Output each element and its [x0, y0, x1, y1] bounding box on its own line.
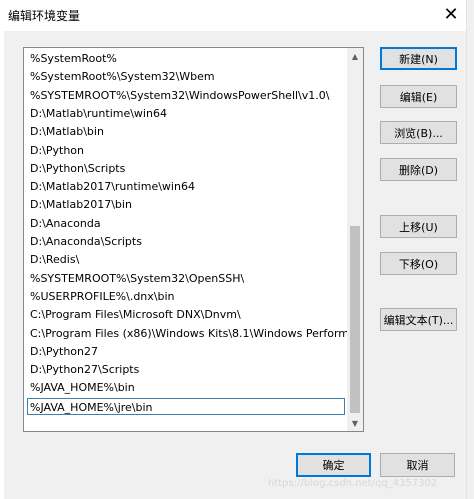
list-item[interactable]: D:\Matlab2017\bin: [30, 196, 132, 213]
vertical-scrollbar[interactable]: ▲ ▼: [347, 48, 363, 431]
list-item[interactable]: D:\Python: [30, 142, 84, 159]
list-item[interactable]: %JAVA_HOME%\bin: [30, 379, 135, 396]
list-item-edit-field[interactable]: %JAVA_HOME%\jre\bin: [27, 397, 345, 415]
edit-text-button[interactable]: 编辑文本(T)...: [380, 308, 457, 331]
edit-button[interactable]: 编辑(E): [380, 85, 457, 108]
list-item[interactable]: D:\Matlab\bin: [30, 123, 104, 140]
list-item[interactable]: %USERPROFILE%\.dnx\bin: [30, 288, 175, 305]
path-list[interactable]: %SystemRoot% %SystemRoot%\System32\Wbem %S…: [23, 47, 364, 432]
list-item[interactable]: C:\Program Files\Microsoft DNX\Dnvm\: [30, 306, 241, 323]
list-item[interactable]: %SystemRoot%: [30, 50, 117, 67]
new-button[interactable]: 新建(N): [380, 47, 457, 70]
close-icon[interactable]: ✕: [436, 1, 466, 27]
scroll-thumb[interactable]: [350, 226, 360, 413]
list-item[interactable]: D:\Anaconda: [30, 215, 101, 232]
cancel-button[interactable]: 取消: [380, 453, 455, 477]
browse-button[interactable]: 浏览(B)...: [380, 121, 457, 144]
list-item[interactable]: %SYSTEMROOT%\System32\OpenSSH\: [30, 270, 244, 287]
list-item[interactable]: D:\Anaconda\Scripts: [30, 233, 142, 250]
list-item[interactable]: D:\Python\Scripts: [30, 160, 125, 177]
list-item[interactable]: %SYSTEMROOT%\System32\WindowsPowerShell\…: [30, 87, 329, 104]
watermark: https://blog.csdn.net/qq_4357302: [268, 478, 438, 489]
scroll-down-icon[interactable]: ▼: [347, 415, 363, 431]
dialog-title: 编辑环境变量: [8, 9, 81, 23]
list-item[interactable]: C:\Program Files (x86)\Windows Kits\8.1\…: [30, 325, 363, 342]
list-item[interactable]: D:\Python27\Scripts: [30, 361, 139, 378]
list-item[interactable]: %SystemRoot%\System32\Wbem: [30, 68, 215, 85]
delete-button[interactable]: 删除(D): [380, 158, 457, 181]
ok-button[interactable]: 确定: [296, 453, 371, 477]
list-item[interactable]: D:\Python27: [30, 343, 98, 360]
move-down-button[interactable]: 下移(O): [380, 252, 457, 275]
list-item[interactable]: D:\Redis\: [30, 251, 79, 268]
background-window-right: [466, 0, 474, 499]
scroll-up-icon[interactable]: ▲: [347, 48, 363, 64]
list-item[interactable]: D:\Matlab\runtime\win64: [30, 105, 167, 122]
move-up-button[interactable]: 上移(U): [380, 215, 457, 238]
list-item[interactable]: D:\Matlab2017\runtime\win64: [30, 178, 195, 195]
